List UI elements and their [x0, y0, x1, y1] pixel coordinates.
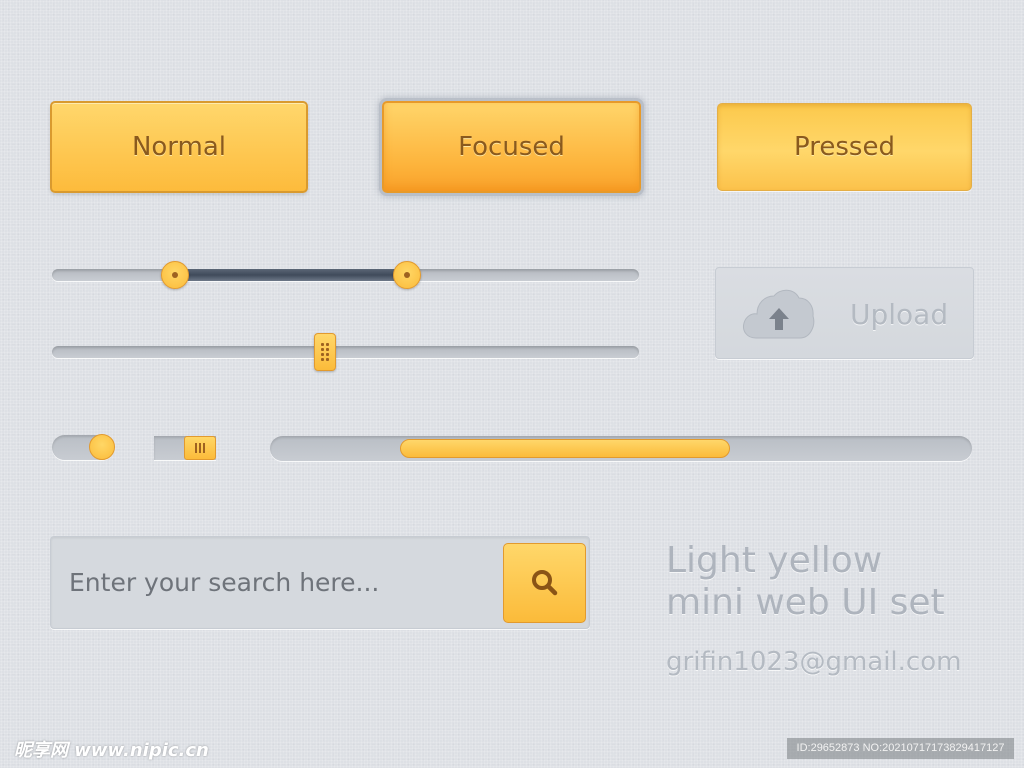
focused-button[interactable]: Focused	[382, 101, 641, 193]
range-slider-low-handle[interactable]	[161, 261, 190, 289]
focused-button-label: Focused	[458, 132, 565, 162]
toggle-knob-grip	[184, 436, 216, 460]
toggle-knob	[89, 434, 115, 460]
normal-button[interactable]: Normal	[50, 101, 308, 193]
watermark-id: ID:29652873 NO:20210717173829417127	[787, 738, 1014, 759]
upload-label: Upload	[850, 298, 949, 331]
watermark-logo: 昵享网 www.nipic.cn	[14, 740, 209, 761]
grip-toggle-switch[interactable]	[154, 436, 216, 460]
upload-button[interactable]: Upload	[715, 267, 974, 359]
value-slider-handle[interactable]	[313, 333, 336, 371]
range-slider-high-handle[interactable]	[393, 261, 422, 289]
pressed-button-label: Pressed	[794, 132, 895, 162]
search-box	[50, 536, 590, 629]
cloud-upload-icon	[743, 289, 815, 339]
handle-dot-icon	[172, 272, 179, 278]
range-slider-fill	[175, 269, 408, 281]
search-input[interactable]	[69, 557, 489, 607]
search-button[interactable]	[503, 543, 586, 623]
author-email: grifin1023@gmail.com	[666, 647, 962, 677]
round-toggle-switch[interactable]	[52, 434, 115, 460]
pressed-button[interactable]: Pressed	[717, 103, 972, 191]
set-title-line1: Light yellow	[666, 540, 883, 581]
value-slider-track[interactable]	[52, 346, 639, 358]
set-title-line2: mini web UI set	[666, 582, 945, 623]
normal-button-label: Normal	[131, 132, 227, 162]
progress-bar	[270, 436, 972, 461]
handle-dot-icon	[404, 272, 411, 278]
progress-bar-fill	[399, 439, 730, 458]
set-title: Light yellow mini web UI set	[666, 540, 945, 624]
search-icon	[531, 570, 557, 596]
